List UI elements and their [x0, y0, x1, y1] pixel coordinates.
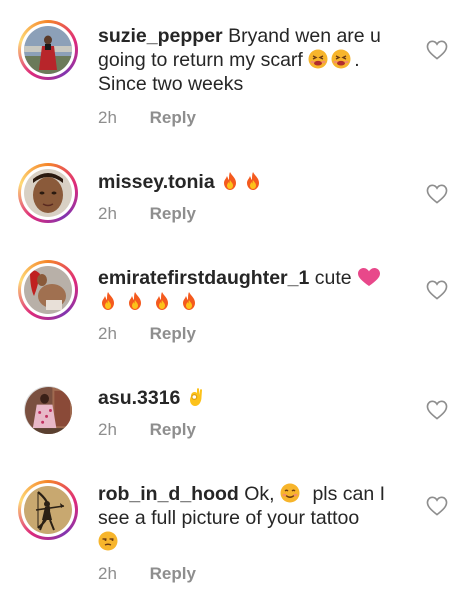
fire-emoji — [243, 171, 263, 191]
fire-emoji — [125, 291, 145, 311]
comment-timestamp: 2h — [98, 564, 117, 583]
comment-username[interactable]: emiratefirstdaughter_1 — [98, 267, 309, 289]
comment-body: cute — [314, 267, 352, 289]
avatar — [24, 486, 72, 534]
comment-text: emiratefirstdaughter_1 cute — [98, 266, 398, 314]
comment-meta: 2h Reply — [98, 204, 196, 224]
comment-username[interactable]: missey.tonia — [98, 171, 215, 193]
comment-body: Ok, — [244, 483, 275, 505]
comment-meta: 2h Reply — [98, 324, 196, 344]
avatar-story-ring[interactable] — [18, 20, 78, 80]
comment-meta: 2h Reply — [98, 108, 196, 128]
comment-text: missey.tonia — [98, 170, 398, 194]
comment-username[interactable]: rob_in_d_hood — [98, 483, 239, 505]
comment-timestamp: 2h — [98, 204, 117, 223]
pink-heart-emoji — [357, 267, 381, 287]
avatar-story-ring[interactable] — [18, 480, 78, 540]
smiling-face-emoji — [280, 483, 304, 503]
heart-outline-icon[interactable] — [426, 400, 448, 420]
reply-button[interactable]: Reply — [150, 204, 196, 224]
heart-outline-icon[interactable] — [426, 40, 448, 60]
tired-face-emoji — [308, 49, 328, 69]
comment-timestamp: 2h — [98, 324, 117, 343]
fire-emoji — [152, 291, 172, 311]
avatar — [24, 169, 72, 217]
unamused-face-emoji — [98, 531, 118, 551]
reply-button[interactable]: Reply — [150, 108, 196, 128]
ok-hand-emoji — [186, 387, 206, 407]
heart-outline-icon[interactable] — [426, 280, 448, 300]
reply-button[interactable]: Reply — [150, 420, 196, 440]
comment-text: suzie_pepper Bryand wen are u going to r… — [98, 24, 398, 96]
heart-outline-icon[interactable] — [426, 184, 448, 204]
tired-face-emoji — [331, 49, 351, 69]
reply-button[interactable]: Reply — [150, 564, 196, 584]
reply-button[interactable]: Reply — [150, 324, 196, 344]
comment-username[interactable]: suzie_pepper — [98, 25, 223, 47]
comment-meta: 2h Reply — [98, 564, 196, 584]
comment-meta: 2h Reply — [98, 420, 196, 440]
heart-outline-icon[interactable] — [426, 496, 448, 516]
avatar — [24, 266, 72, 314]
fire-emoji — [220, 171, 240, 191]
avatar-frame[interactable] — [24, 386, 72, 434]
fire-emoji — [179, 291, 199, 311]
avatar — [24, 26, 72, 74]
comment-timestamp: 2h — [98, 420, 117, 439]
avatar-story-ring[interactable] — [18, 163, 78, 223]
comment-text: rob_in_d_hood Ok, pls can I see a full p… — [98, 482, 398, 554]
comment-timestamp: 2h — [98, 108, 117, 127]
comment-text: asu.3316 — [98, 386, 398, 410]
avatar — [24, 386, 72, 434]
comment-username[interactable]: asu.3316 — [98, 387, 180, 409]
fire-emoji — [98, 291, 118, 311]
avatar-story-ring[interactable] — [18, 260, 78, 320]
